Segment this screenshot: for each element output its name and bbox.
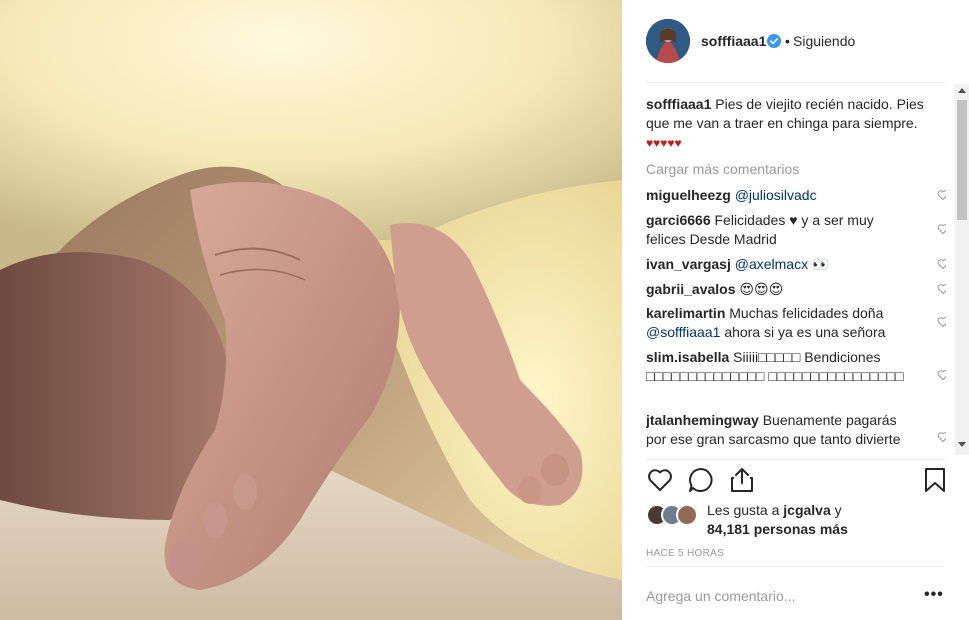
comment-mention[interactable]: @sofffiaaa1 [646, 324, 720, 340]
likes-count[interactable]: 84,181 personas más [707, 521, 848, 537]
separator-dot: • [785, 33, 790, 49]
scroll-down-arrow-icon[interactable] [957, 441, 967, 449]
comment-item: karelimartin Muchas felicidades doña @so… [646, 304, 911, 342]
action-bar [646, 466, 946, 496]
likes-text: Les gusta a jcgalva y 84,181 personas má… [707, 501, 848, 539]
comments-divider [646, 459, 945, 460]
more-options-icon[interactable]: ••• [924, 586, 944, 604]
comment-heart-icon[interactable] [937, 369, 946, 381]
comment-username[interactable]: ivan_vargasj [646, 256, 731, 272]
comment-username[interactable]: garci6666 [646, 212, 711, 228]
post-header: sofffiaaa1 • Siguiendo [622, 0, 969, 82]
likes-user[interactable]: jcgalva [783, 502, 830, 518]
input-divider [646, 566, 945, 567]
comment-heart-icon[interactable] [937, 283, 946, 295]
comment-item: ivan_vargasj @axelmacx 👀 [646, 255, 911, 274]
share-icon[interactable] [728, 466, 756, 494]
comment-heart-icon[interactable] [937, 431, 946, 443]
comment-item: garci6666 Felicidades ♥ y a ser muy feli… [646, 211, 911, 249]
comment-text: 😍😍😍 [739, 281, 784, 297]
post-timestamp[interactable]: HACE 5 HORAS [646, 548, 724, 559]
comment-username[interactable]: karelimartin [646, 305, 725, 321]
likes-conjunction: y [834, 502, 842, 518]
comment-username[interactable]: gabrii_avalos [646, 281, 736, 297]
post-caption: sofffiaaa1 Pies de viejito recién nacido… [646, 95, 936, 153]
scroll-up-arrow-icon[interactable] [957, 86, 967, 94]
comments-list[interactable]: sofffiaaa1 Pies de viejito recién nacido… [646, 95, 946, 459]
comment-item: miguelheezg @juliosilvadc [646, 186, 911, 205]
verified-badge-icon [767, 34, 781, 48]
comment-heart-icon[interactable] [937, 223, 946, 235]
comment-input[interactable]: Agrega un comentario... [646, 588, 795, 604]
baby-feet-image [0, 0, 622, 620]
comment-mention[interactable]: @axelmacx [735, 256, 808, 272]
comment-item: slim.isabella Siiiii□□□□□ Bendiciones □□… [646, 348, 911, 386]
load-more-comments-button[interactable]: Cargar más comentarios [646, 160, 799, 179]
caption-emoji: ♥♥♥♥♥ [646, 136, 682, 150]
post-details-panel: sofffiaaa1 • Siguiendo sofffiaaa1 Pies d… [622, 0, 969, 620]
likes-summary: Les gusta a jcgalva y 84,181 personas má… [646, 500, 946, 542]
comment-text: Muchas felicidades doña [729, 305, 884, 321]
comment-mention[interactable]: @juliosilvadc [735, 187, 817, 203]
comment-text: 👀 [811, 256, 830, 272]
scrollbar-thumb[interactable] [957, 100, 967, 220]
heart-icon[interactable] [646, 466, 674, 494]
comment-text: ahora si ya es una señora [724, 324, 886, 340]
comment-username[interactable]: slim.isabella [646, 349, 729, 365]
header-username[interactable]: sofffiaaa1 [701, 33, 766, 49]
comment-username[interactable]: jtalanhemingway [646, 412, 759, 428]
profile-avatar[interactable] [646, 19, 690, 63]
comment-item: gabrii_avalos 😍😍😍 [646, 280, 911, 299]
comment-icon[interactable] [687, 466, 715, 494]
liker-avatars[interactable] [646, 504, 700, 526]
bookmark-icon[interactable] [921, 466, 949, 494]
caption-username[interactable]: sofffiaaa1 [646, 96, 711, 112]
comment-username[interactable]: miguelheezg [646, 187, 731, 203]
liker-avatar [676, 504, 698, 526]
comment-heart-icon[interactable] [937, 316, 946, 328]
post-photo[interactable] [0, 0, 622, 620]
likes-prefix: Les gusta a [707, 502, 780, 518]
comment-heart-icon[interactable] [937, 258, 946, 270]
header-divider [646, 82, 945, 83]
comment-item: jtalanhemingway Buenamente pagarás por e… [646, 411, 911, 449]
following-button[interactable]: Siguiendo [793, 33, 855, 49]
comment-heart-icon[interactable] [937, 189, 946, 201]
